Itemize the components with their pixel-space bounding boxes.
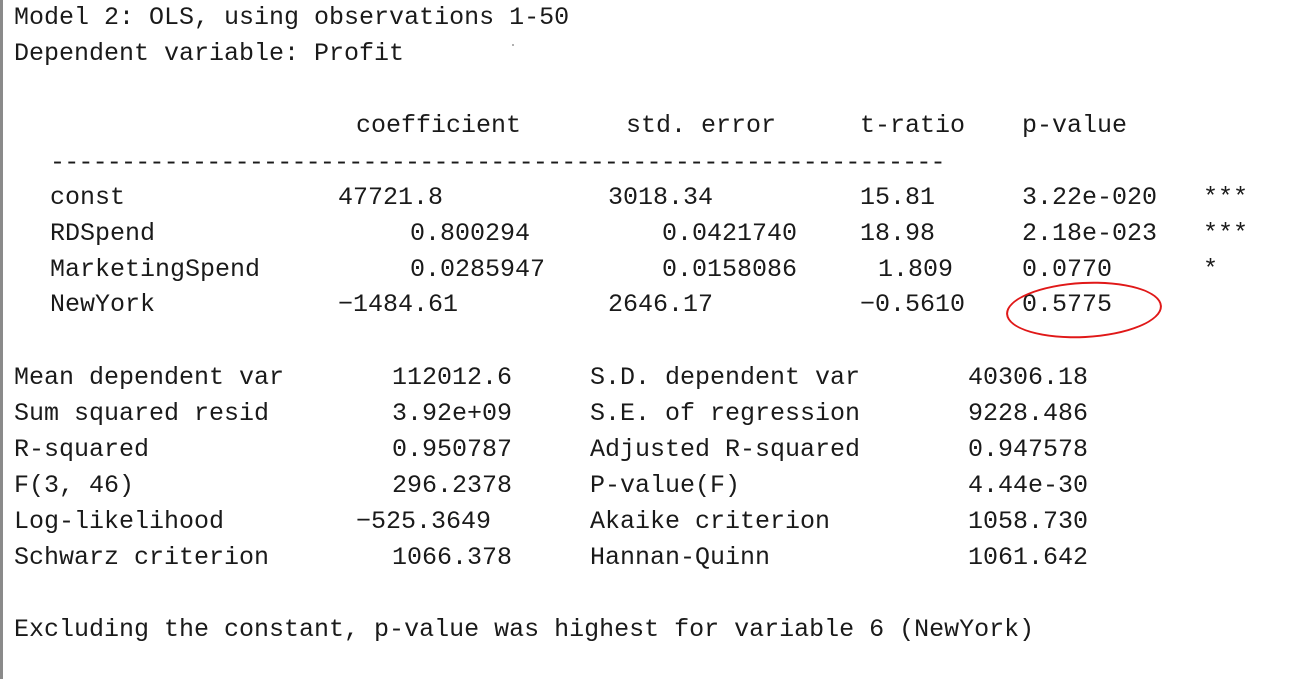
window-left-border xyxy=(0,0,3,679)
col-header-std-error: std. error xyxy=(626,111,777,140)
stat-label: Akaike criterion xyxy=(590,507,831,536)
stat-label: Log-likelihood xyxy=(14,507,225,536)
stat-value: 4.44e-30 xyxy=(968,471,1089,500)
coef-value: −1484.61 xyxy=(338,290,459,319)
stat-label: S.E. of regression xyxy=(590,399,861,428)
stat-value: 296.2378 xyxy=(392,471,513,500)
se-value: 2646.17 xyxy=(608,290,714,319)
t-value: −0.5610 xyxy=(860,290,966,319)
stat-value: 0.950787 xyxy=(392,435,513,464)
p-value: 2.18e-023 xyxy=(1022,219,1158,248)
stat-value: −525.3649 xyxy=(356,507,492,536)
stat-value: 1061.642 xyxy=(968,543,1089,572)
table-separator: ----------------------------------------… xyxy=(50,148,946,177)
stat-value: 0.947578 xyxy=(968,435,1089,464)
col-header-p-value: p-value xyxy=(1022,111,1128,140)
stat-value: 40306.18 xyxy=(968,363,1089,392)
stat-value: 1066.378 xyxy=(392,543,513,572)
stat-label: Schwarz criterion xyxy=(14,543,270,572)
p-value: 0.0770 xyxy=(1022,255,1113,284)
coef-value: 47721.8 xyxy=(338,183,444,212)
stat-label: P-value(F) xyxy=(590,471,741,500)
se-value: 3018.34 xyxy=(608,183,714,212)
t-value: 18.98 xyxy=(860,219,936,248)
se-value: 0.0158086 xyxy=(662,255,798,284)
stat-label: Mean dependent var xyxy=(14,363,285,392)
dependent-variable: Dependent variable: Profit xyxy=(14,39,405,68)
stray-pixel xyxy=(512,44,514,46)
coef-value: 0.800294 xyxy=(410,219,531,248)
stat-label: Hannan-Quinn xyxy=(590,543,771,572)
model-title: Model 2: OLS, using observations 1-50 xyxy=(14,3,570,32)
stat-value: 1058.730 xyxy=(968,507,1089,536)
stat-label: Sum squared resid xyxy=(14,399,270,428)
row-label: MarketingSpend xyxy=(50,255,261,284)
stat-label: R-squared xyxy=(14,435,150,464)
significance-stars: *** xyxy=(1203,183,1249,212)
coef-value: 0.0285947 xyxy=(410,255,546,284)
highlight-circle-annotation xyxy=(1004,277,1164,343)
t-value: 1.809 xyxy=(878,255,954,284)
footer-note: Excluding the constant, p-value was high… xyxy=(14,615,1035,644)
se-value: 0.0421740 xyxy=(662,219,798,248)
stat-label: S.D. dependent var xyxy=(590,363,861,392)
row-label: NewYork xyxy=(50,290,156,319)
stat-label: Adjusted R-squared xyxy=(590,435,861,464)
significance-stars: * xyxy=(1203,255,1219,284)
row-label: const xyxy=(50,183,126,212)
stat-value: 112012.6 xyxy=(392,363,513,392)
col-header-coefficient: coefficient xyxy=(356,111,522,140)
row-label: RDSpend xyxy=(50,219,156,248)
t-value: 15.81 xyxy=(860,183,936,212)
significance-stars: *** xyxy=(1203,219,1249,248)
stat-label: F(3, 46) xyxy=(14,471,135,500)
stat-value: 9228.486 xyxy=(968,399,1089,428)
stat-value: 3.92e+09 xyxy=(392,399,513,428)
p-value: 3.22e-020 xyxy=(1022,183,1158,212)
col-header-t-ratio: t-ratio xyxy=(860,111,966,140)
